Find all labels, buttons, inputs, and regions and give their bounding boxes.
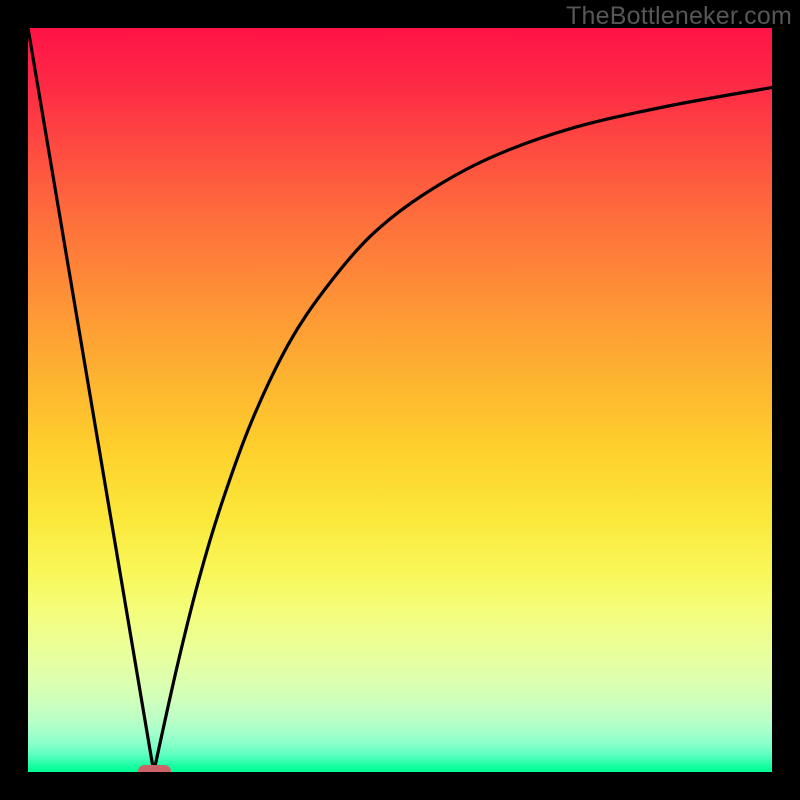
watermark-text: TheBottleneker.com: [566, 2, 792, 31]
curve-left-branch: [28, 28, 154, 772]
optimal-point-marker: [138, 765, 171, 773]
curve-right-branch: [154, 88, 772, 772]
chart-frame: TheBottleneker.com: [0, 0, 800, 800]
plot-area: [28, 28, 772, 772]
bottleneck-curve: [28, 28, 772, 772]
